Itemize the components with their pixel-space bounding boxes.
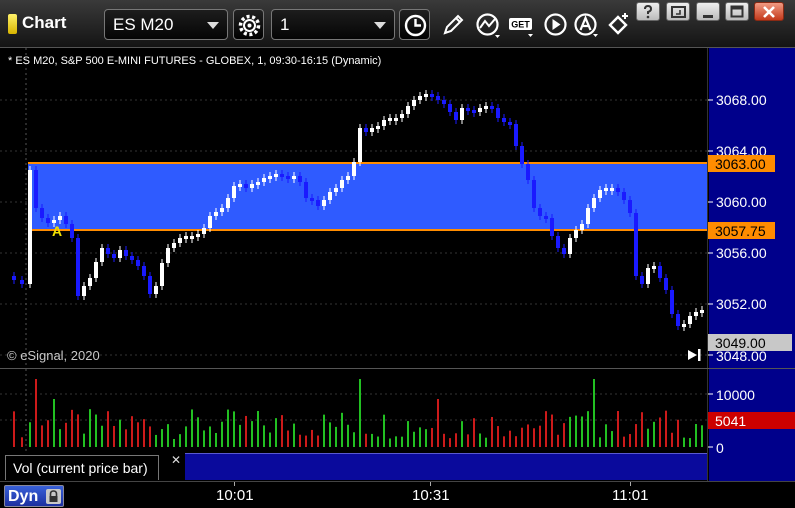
window-title: Chart [22, 13, 67, 32]
price-plot-area[interactable]: A [0, 48, 707, 368]
svg-text:3057.75: 3057.75 [715, 223, 766, 239]
last-volume-label: 5041 [708, 412, 795, 429]
chart-toolbar: Chart ES M20 1 GET [0, 0, 795, 48]
price-axis-scale[interactable]: 3068.00 3064.00 3060.00 3056.00 3052.00 … [708, 48, 795, 368]
time-tick: 11:01 [612, 487, 649, 504]
volume-chart[interactable]: Vol (current price bar) ✕ [0, 369, 707, 481]
draw-tool-button[interactable] [438, 9, 469, 40]
get-badge-text: GET [511, 20, 530, 30]
time-tick: 10:01 [216, 487, 254, 504]
time-tick-mark [234, 482, 235, 486]
watermark: © eSignal, 2020 [7, 348, 100, 363]
studies-button[interactable] [472, 9, 503, 40]
minimize-button[interactable] [696, 2, 720, 21]
help-icon [644, 5, 653, 19]
chart-logo-icon [8, 14, 17, 34]
close-icon [763, 6, 775, 18]
volume-tick: 10000 [716, 387, 755, 403]
chart-caption: * ES M20, S&P 500 E-MINI FUTURES - GLOBE… [8, 55, 382, 67]
volume-axis-scale[interactable]: 10000 5041 0 [708, 369, 795, 481]
time-tick-mark [430, 482, 431, 486]
time-tick-mark [630, 482, 631, 486]
price-tick: 3068.00 [716, 92, 767, 108]
range-band [28, 163, 707, 230]
symbol-selector[interactable]: ES M20 [104, 9, 228, 40]
time-axis[interactable]: Dyn 10:01 10:31 11:01 [0, 481, 795, 508]
annotation-marker[interactable]: A [52, 223, 62, 239]
maximize-button[interactable] [725, 2, 749, 21]
last-price-label: 3049.00 [708, 334, 792, 351]
upper-level-label: 3063.00 [708, 155, 775, 172]
restore-button[interactable] [666, 2, 690, 21]
svg-text:3049.00: 3049.00 [715, 335, 766, 351]
symbol-value: ES M20 [113, 15, 174, 34]
time-tick: 10:31 [412, 487, 450, 504]
price-tick: 3052.00 [716, 296, 767, 312]
lock-icon[interactable] [46, 489, 61, 504]
close-button[interactable] [754, 2, 784, 21]
price-chart[interactable]: A * ES M20, S&P 500 E-MINI FUTURES - GLO… [0, 48, 707, 368]
volume-tick: 0 [716, 440, 724, 456]
lower-level-label: 3057.75 [708, 222, 775, 239]
alert-icon [574, 13, 598, 37]
help-button[interactable] [636, 2, 660, 21]
clock-icon [404, 14, 427, 37]
interval-value: 1 [280, 15, 290, 34]
pencil-icon [443, 14, 464, 35]
svg-text:3063.00: 3063.00 [715, 156, 766, 172]
clock-button[interactable] [399, 9, 430, 40]
settings-icon [238, 14, 261, 37]
replay-button[interactable] [540, 9, 571, 40]
dynamic-mode-label: Dyn [8, 488, 39, 505]
play-icon [544, 13, 567, 36]
price-axis[interactable]: 3068.00 3064.00 3060.00 3056.00 3052.00 … [707, 48, 795, 368]
study-label[interactable]: Vol (current price bar) [5, 455, 159, 480]
link-button[interactable] [603, 9, 634, 40]
restore-icon [671, 6, 686, 18]
link-icon [608, 13, 628, 35]
chevron-down-icon [374, 22, 386, 29]
price-tick: 3056.00 [716, 245, 767, 261]
price-tick: 3060.00 [716, 194, 767, 210]
maximize-icon [730, 5, 744, 18]
close-study-icon[interactable]: ✕ [171, 453, 181, 467]
chevron-down-icon [207, 22, 219, 29]
settings-button[interactable] [233, 9, 264, 40]
minimize-icon [703, 15, 713, 18]
dynamic-mode-button[interactable]: Dyn [4, 485, 64, 507]
alert-button[interactable] [570, 9, 601, 40]
interval-selector[interactable]: 1 [271, 9, 395, 40]
get-icon: GET [509, 18, 533, 37]
get-data-button[interactable]: GET [505, 9, 536, 40]
study-band [185, 453, 707, 480]
svg-text:5041: 5041 [715, 413, 746, 429]
indicator-icon [476, 13, 500, 38]
volume-axis[interactable]: 10000 5041 0 [707, 369, 795, 481]
